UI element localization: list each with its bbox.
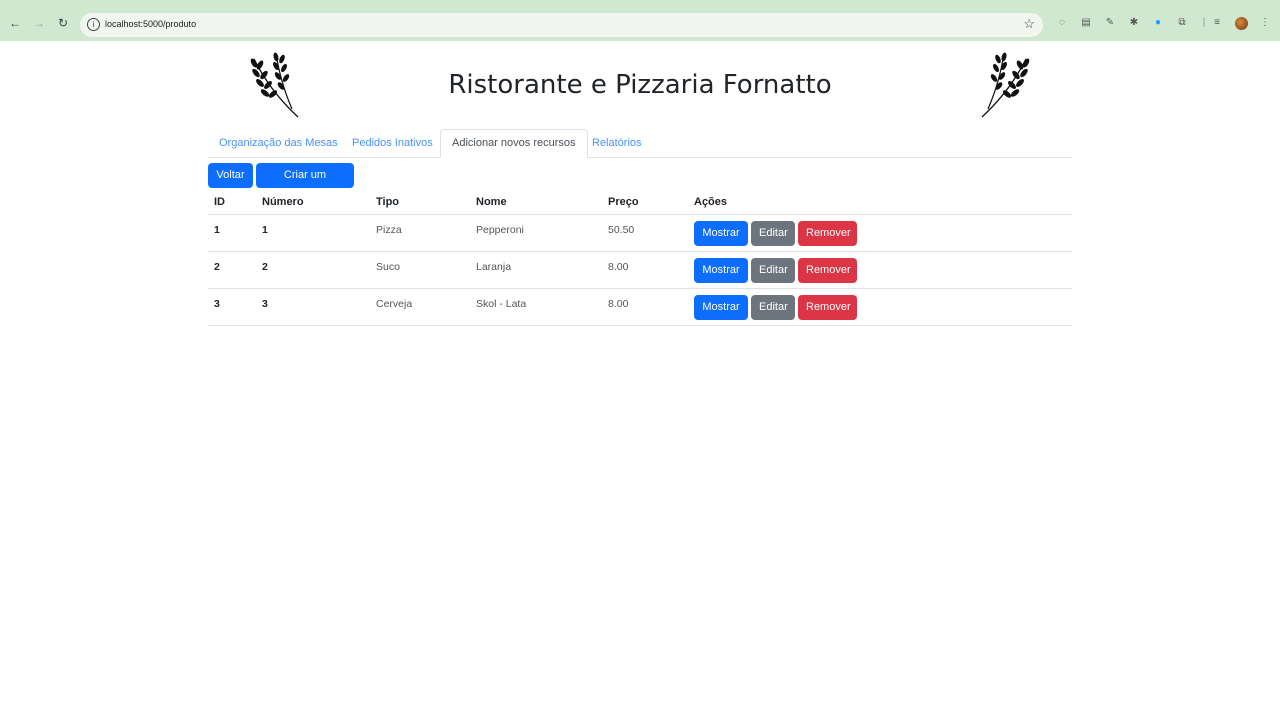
- bug-extension-icon[interactable]: ✱: [1128, 17, 1140, 29]
- column-header-id: ID: [214, 196, 225, 208]
- cell-tipo: Suco: [376, 261, 400, 273]
- cell-nome: Skol - Lata: [476, 298, 527, 310]
- extension-icon[interactable]: ●: [1152, 17, 1164, 29]
- table-header: ID Número Tipo Nome Preço Ações: [208, 192, 1072, 215]
- column-header-nome: Nome: [476, 196, 507, 208]
- table-row: 3 3 Cerveja Skol - Lata 8.00 Mostrar Edi…: [208, 289, 1072, 326]
- reload-icon[interactable]: ↻: [56, 16, 70, 30]
- site-header: Ristorante e Pizzaria Fornatto: [0, 41, 1280, 129]
- cell-preco: 8.00: [608, 298, 629, 310]
- profile-avatar-icon[interactable]: [1235, 17, 1248, 30]
- cell-numero: 3: [262, 298, 268, 310]
- show-button[interactable]: Mostrar: [694, 258, 748, 283]
- forward-arrow-icon[interactable]: →: [32, 16, 46, 30]
- tab-organizacao-mesas[interactable]: Organização das Mesas: [208, 129, 349, 158]
- products-table: ID Número Tipo Nome Preço Ações 1 1 Pizz…: [208, 192, 1072, 326]
- remove-button[interactable]: Remover: [798, 295, 857, 320]
- cell-numero: 1: [262, 224, 268, 236]
- cell-id: 3: [214, 298, 220, 310]
- remove-button[interactable]: Remover: [798, 258, 857, 283]
- tab-pedidos-inativos[interactable]: Pedidos Inativos: [341, 129, 444, 158]
- cell-preco: 50.50: [608, 224, 635, 236]
- cell-id: 2: [214, 261, 220, 273]
- wheat-logo-right-icon: [981, 52, 1030, 118]
- bookmark-star-icon[interactable]: ☆: [1023, 16, 1035, 32]
- cell-nome: Laranja: [476, 261, 512, 273]
- toolbar-divider: |: [1202, 17, 1206, 28]
- url-text: localhost:5000/produto: [105, 19, 197, 29]
- tab-relatorios[interactable]: Relatórios: [581, 129, 653, 158]
- edit-button[interactable]: Editar: [751, 295, 795, 320]
- back-button[interactable]: Voltar: [208, 163, 253, 188]
- edit-button[interactable]: Editar: [751, 221, 795, 246]
- table-row: 1 1 Pizza Pepperoni 50.50 Mostrar Editar…: [208, 215, 1072, 252]
- cell-tipo: Cerveja: [376, 298, 413, 310]
- column-header-acoes: Ações: [694, 196, 728, 208]
- site-info-icon[interactable]: i: [87, 18, 100, 31]
- create-product-button[interactable]: Criar um Produto: [256, 163, 354, 206]
- nav-tabs: Organização das Mesas Pedidos Inativos A…: [208, 129, 1072, 158]
- show-button[interactable]: Mostrar: [694, 295, 748, 320]
- extension-icon[interactable]: ▤: [1080, 17, 1092, 29]
- pen-extension-icon[interactable]: ✎: [1104, 17, 1116, 29]
- reading-list-icon[interactable]: ≡: [1211, 17, 1223, 29]
- show-button[interactable]: Mostrar: [694, 221, 748, 246]
- table-row: 2 2 Suco Laranja 8.00 Mostrar Editar Rem…: [208, 252, 1072, 289]
- column-header-tipo: Tipo: [376, 196, 400, 208]
- address-bar[interactable]: i localhost:5000/produto ☆: [80, 13, 1043, 37]
- cell-tipo: Pizza: [376, 224, 402, 236]
- menu-kebab-icon[interactable]: ⋮: [1259, 17, 1271, 29]
- page-title: Ristorante e Pizzaria Fornatto: [448, 70, 832, 100]
- extension-icon[interactable]: ◌: [1056, 17, 1068, 29]
- column-header-numero: Número: [262, 196, 304, 208]
- column-header-preco: Preço: [608, 196, 639, 208]
- edit-button[interactable]: Editar: [751, 258, 795, 283]
- cell-preco: 8.00: [608, 261, 629, 273]
- puzzle-extensions-icon[interactable]: ⧉: [1176, 17, 1188, 29]
- tab-adicionar-recursos[interactable]: Adicionar novos recursos: [440, 129, 588, 158]
- cell-id: 1: [214, 224, 220, 236]
- cell-numero: 2: [262, 261, 268, 273]
- browser-toolbar: ← → ↻ i localhost:5000/produto ☆ ◌ ▤ ✎ ✱…: [0, 0, 1280, 41]
- remove-button[interactable]: Remover: [798, 221, 857, 246]
- cell-nome: Pepperoni: [476, 224, 524, 236]
- back-arrow-icon[interactable]: ←: [8, 16, 22, 30]
